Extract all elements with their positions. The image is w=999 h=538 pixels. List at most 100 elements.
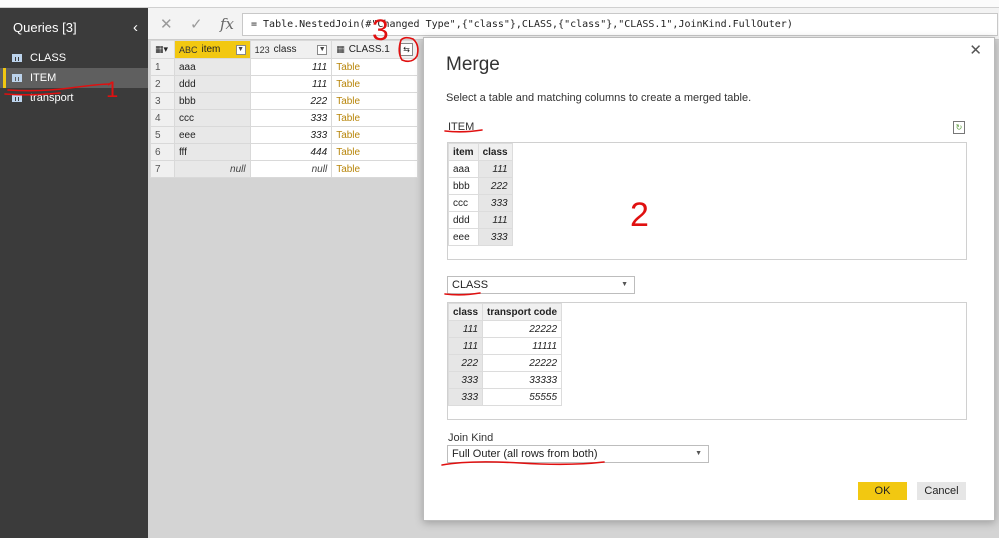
- query-item-label: transport: [30, 92, 74, 104]
- preview-header-row: class transport code: [447, 303, 563, 321]
- table-icon[interactable]: ▦: [336, 44, 345, 55]
- cell-class[interactable]: null: [249, 160, 333, 178]
- row-number[interactable]: 5: [150, 126, 175, 144]
- row-number[interactable]: 3: [150, 92, 175, 110]
- preview-cell: 333: [447, 371, 484, 389]
- preview-row: ddd 111: [448, 211, 513, 229]
- queries-pane-title: Queries [3]: [13, 19, 77, 35]
- query-item-item[interactable]: ITEM: [0, 68, 148, 88]
- ok-button[interactable]: OK: [858, 482, 907, 500]
- preview-cell: aaa: [448, 160, 479, 178]
- cell-class[interactable]: 111: [249, 75, 333, 93]
- table-row[interactable]: 4 ccc 333 Table: [150, 109, 418, 127]
- preview-row: 333 33333: [447, 371, 563, 389]
- preview-cell: 333: [447, 388, 484, 406]
- cell-class[interactable]: 444: [249, 143, 333, 161]
- cell-item[interactable]: eee: [173, 126, 251, 144]
- preview-column-header[interactable]: class: [477, 143, 513, 161]
- query-item-label: ITEM: [30, 72, 57, 84]
- cell-item[interactable]: null: [173, 160, 251, 178]
- column-label: CLASS.1: [348, 44, 390, 55]
- column-label: item: [201, 44, 221, 55]
- close-icon[interactable]: ✕: [969, 41, 982, 59]
- cancel-icon[interactable]: ✕: [160, 15, 173, 33]
- second-table-preview: class transport code 111 22222 111 11111 222 22…: [447, 302, 967, 420]
- cell-table-link[interactable]: Table: [331, 75, 418, 93]
- queries-pane-header: Queries [3] ‹: [0, 8, 148, 46]
- table-menu[interactable]: ▦▾: [150, 40, 175, 59]
- column-header-class[interactable]: 123 class ▼: [249, 40, 333, 59]
- cell-table-link[interactable]: Table: [331, 92, 418, 110]
- dialog-title: Merge: [446, 54, 500, 75]
- second-preview-table: class transport code 111 22222 111 11111 222 22…: [447, 303, 563, 406]
- cell-class[interactable]: 111: [249, 58, 333, 76]
- table-row[interactable]: 5 eee 333 Table: [150, 126, 418, 144]
- preview-cell: 33333: [482, 371, 563, 389]
- cell-table-link[interactable]: Table: [331, 160, 418, 178]
- table-row[interactable]: 6 fff 444 Table: [150, 143, 418, 161]
- dialog-description: Select a table and matching columns to c…: [446, 92, 752, 104]
- preview-cell: 222: [477, 177, 513, 195]
- number-type-icon[interactable]: 123: [255, 45, 270, 55]
- table-row[interactable]: 2 ddd 111 Table: [150, 75, 418, 93]
- cell-table-link[interactable]: Table: [331, 143, 418, 161]
- preview-cell: 22222: [482, 354, 563, 372]
- chevron-left-icon[interactable]: ‹: [133, 19, 138, 36]
- preview-cell: 111: [447, 320, 484, 338]
- cell-item[interactable]: ccc: [173, 109, 251, 127]
- formula-bar: ✕ ✓ fx = Table.NestedJoin(#"Changed Type…: [148, 8, 999, 40]
- table-row[interactable]: 3 bbb 222 Table: [150, 92, 418, 110]
- expand-column-icon[interactable]: ⇆: [400, 43, 413, 56]
- preview-row: aaa 111: [448, 160, 513, 178]
- text-type-icon[interactable]: ABC: [179, 45, 198, 55]
- preview-cell: ddd: [448, 211, 479, 229]
- cell-class[interactable]: 333: [249, 126, 333, 144]
- query-item-transport[interactable]: transport: [0, 88, 148, 108]
- first-preview-table: item class aaa 111 bbb 222 ccc 333 ddd 111 eee 333: [448, 143, 513, 246]
- cell-item[interactable]: fff: [173, 143, 251, 161]
- select-value: CLASS: [452, 279, 489, 291]
- row-number[interactable]: 7: [150, 160, 175, 178]
- preview-header-row: item class: [448, 143, 513, 161]
- column-header-item[interactable]: ABC item ▼: [173, 40, 251, 59]
- cell-class[interactable]: 333: [249, 109, 333, 127]
- cell-table-link[interactable]: Table: [331, 109, 418, 127]
- preview-column-header[interactable]: class: [447, 303, 484, 321]
- row-number[interactable]: 4: [150, 109, 175, 127]
- row-number[interactable]: 2: [150, 75, 175, 93]
- cell-item[interactable]: bbb: [173, 92, 251, 110]
- preview-column-header[interactable]: transport code: [482, 303, 563, 321]
- cell-item[interactable]: aaa: [173, 58, 251, 76]
- checkmark-icon[interactable]: ✓: [190, 15, 203, 33]
- filter-dropdown-icon[interactable]: ▼: [235, 44, 246, 55]
- row-number[interactable]: 6: [150, 143, 175, 161]
- chevron-down-icon: ▼: [621, 281, 628, 288]
- row-number[interactable]: 1: [150, 58, 175, 76]
- preview-cell: 111: [477, 160, 513, 178]
- query-item-label: CLASS: [30, 52, 67, 64]
- preview-column-header[interactable]: item: [448, 143, 479, 161]
- filter-dropdown-icon[interactable]: ▼: [317, 44, 328, 55]
- preview-row: eee 333: [448, 228, 513, 246]
- fx-icon[interactable]: fx: [220, 15, 234, 33]
- join-kind-select[interactable]: Full Outer (all rows from both) ▼: [447, 445, 709, 463]
- preview-row: 111 22222: [447, 320, 563, 338]
- second-table-select[interactable]: CLASS ▼: [447, 276, 635, 294]
- preview-cell: 11111: [482, 337, 563, 355]
- preview-cell: 22222: [482, 320, 563, 338]
- query-list: CLASS ITEM transport: [0, 48, 148, 108]
- cell-item[interactable]: ddd: [173, 75, 251, 93]
- formula-input[interactable]: = Table.NestedJoin(#"Changed Type",{"cla…: [242, 13, 998, 36]
- cancel-button[interactable]: Cancel: [917, 482, 966, 500]
- preview-cell: bbb: [448, 177, 479, 195]
- select-value: Full Outer (all rows from both): [452, 448, 598, 460]
- table-row[interactable]: 7 null null Table: [150, 160, 418, 178]
- refresh-preview-icon[interactable]: ↻: [953, 121, 965, 134]
- cell-class[interactable]: 222: [249, 92, 333, 110]
- table-row[interactable]: 1 aaa 111 Table: [150, 58, 418, 76]
- column-header-class1[interactable]: ▦ CLASS.1 ⇆: [331, 40, 418, 59]
- cell-table-link[interactable]: Table: [331, 58, 418, 76]
- preview-cell: 111: [477, 211, 513, 229]
- query-item-class[interactable]: CLASS: [0, 48, 148, 68]
- cell-table-link[interactable]: Table: [331, 126, 418, 144]
